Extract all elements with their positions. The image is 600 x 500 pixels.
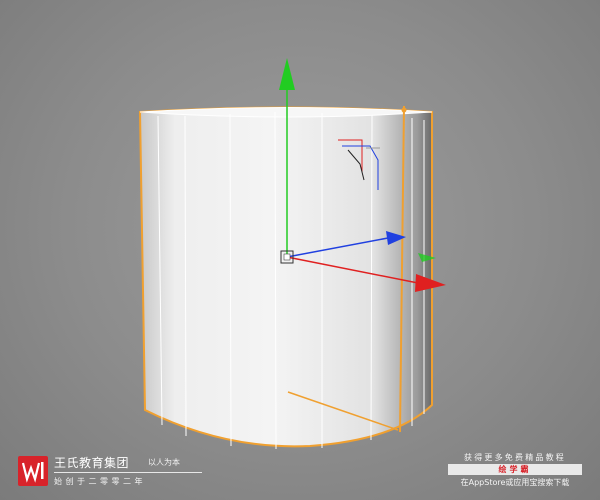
brand-divider <box>54 472 202 473</box>
logo-mark-icon <box>18 456 48 486</box>
viewport-canvas[interactable] <box>0 0 600 500</box>
brand-slogan: 以人为本 <box>148 458 180 467</box>
promo-line3: 在AppStore或应用宝搜索下载 <box>460 478 570 487</box>
promo-app-name: 绘学霸 <box>448 464 582 475</box>
3d-viewport[interactable]: 王氏教育集团 以人为本 始创于二零零二年 获得更多免费精品教程 绘学霸 在App… <box>0 0 600 500</box>
promo-line1: 获得更多免费精品教程 <box>464 453 566 462</box>
promo-watermark: 获得更多免费精品教程 绘学霸 在AppStore或应用宝搜索下载 <box>446 452 584 494</box>
edge-point[interactable] <box>401 107 407 113</box>
brand-name: 王氏教育集团 <box>54 456 130 470</box>
brand-founded: 始创于二零零二年 <box>54 477 146 486</box>
brand-watermark: 王氏教育集团 以人为本 始创于二零零二年 <box>18 452 208 492</box>
